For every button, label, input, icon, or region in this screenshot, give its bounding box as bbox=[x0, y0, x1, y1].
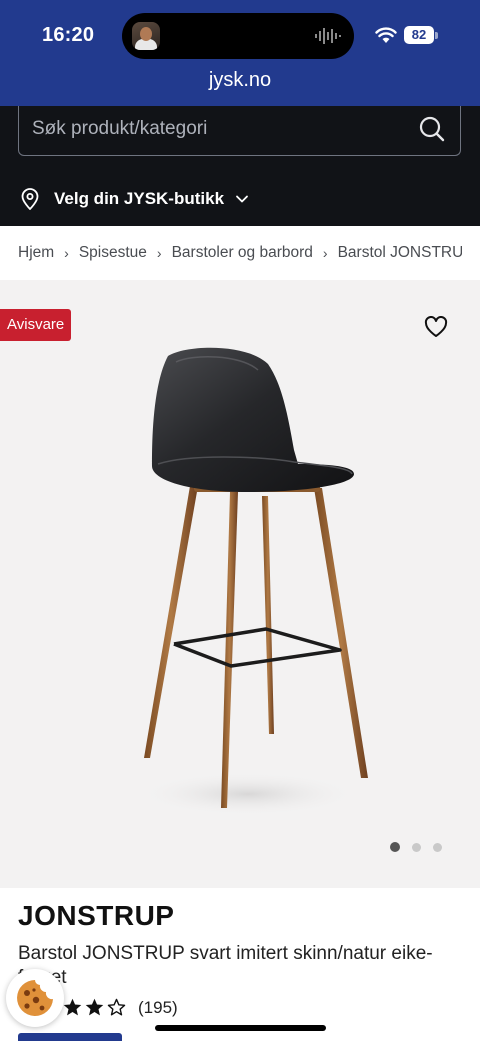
dynamic-island bbox=[122, 13, 354, 59]
search-icon[interactable] bbox=[418, 115, 446, 143]
image-pagination[interactable] bbox=[390, 842, 442, 852]
heart-icon[interactable] bbox=[424, 316, 448, 338]
product-description: Barstol JONSTRUP svart imitert skinn/nat… bbox=[18, 943, 433, 988]
star-filled-icon bbox=[63, 998, 82, 1016]
wifi-icon bbox=[375, 27, 397, 43]
pagination-dot[interactable] bbox=[390, 842, 400, 852]
now-playing-avatar bbox=[132, 22, 160, 50]
breadcrumb-separator-icon: › bbox=[156, 245, 162, 261]
browser-top-bar: 16:20 82 jysk.no bbox=[0, 0, 480, 106]
breadcrumb-item-barstoler[interactable]: Barstoler og barbord bbox=[172, 244, 313, 262]
status-time: 16:20 bbox=[42, 24, 95, 46]
battery-indicator: 82 bbox=[404, 26, 434, 44]
store-selector[interactable]: Velg din JYSK-butikk bbox=[20, 186, 250, 212]
battery-nub bbox=[435, 32, 438, 39]
cookie-consent-button[interactable] bbox=[6, 969, 64, 1027]
breadcrumb-item-current: Barstol JONSTRUP bbox=[337, 244, 462, 261]
product-title: JONSTRUP bbox=[18, 900, 175, 931]
url-bar[interactable]: jysk.no bbox=[0, 69, 480, 92]
star-empty-icon bbox=[107, 998, 126, 1016]
breadcrumb: Hjem › Spisestue › Barstoler og barbord … bbox=[18, 240, 462, 266]
home-indicator[interactable] bbox=[155, 1025, 326, 1031]
location-pin-icon bbox=[21, 188, 39, 210]
store-selector-label: Velg din JYSK-butikk bbox=[54, 189, 225, 208]
breadcrumb-separator-icon: › bbox=[64, 245, 69, 261]
add-to-cart-button[interactable] bbox=[18, 1033, 122, 1041]
pagination-dot[interactable] bbox=[433, 842, 442, 852]
star-filled-icon bbox=[85, 998, 104, 1016]
breadcrumb-separator-icon: › bbox=[322, 245, 328, 261]
product-image-gallery[interactable]: Avisvare bbox=[0, 280, 480, 888]
product-image[interactable] bbox=[128, 346, 368, 826]
review-count[interactable]: (195) bbox=[138, 998, 178, 1018]
pagination-dot[interactable] bbox=[412, 842, 421, 852]
cookie-icon bbox=[17, 980, 53, 1016]
search-box[interactable] bbox=[18, 106, 461, 156]
breadcrumb-item-hjem[interactable]: Hjem bbox=[18, 244, 54, 262]
rating[interactable]: (195) bbox=[62, 997, 178, 1018]
breadcrumb-item-spisestue[interactable]: Spisestue bbox=[79, 244, 147, 262]
promo-badge: Avisvare bbox=[0, 309, 72, 341]
search-input[interactable] bbox=[32, 116, 392, 142]
audio-wave-icon bbox=[315, 28, 341, 44]
chevron-down-icon bbox=[236, 195, 248, 203]
site-header: Velg din JYSK-butikk bbox=[0, 106, 480, 226]
